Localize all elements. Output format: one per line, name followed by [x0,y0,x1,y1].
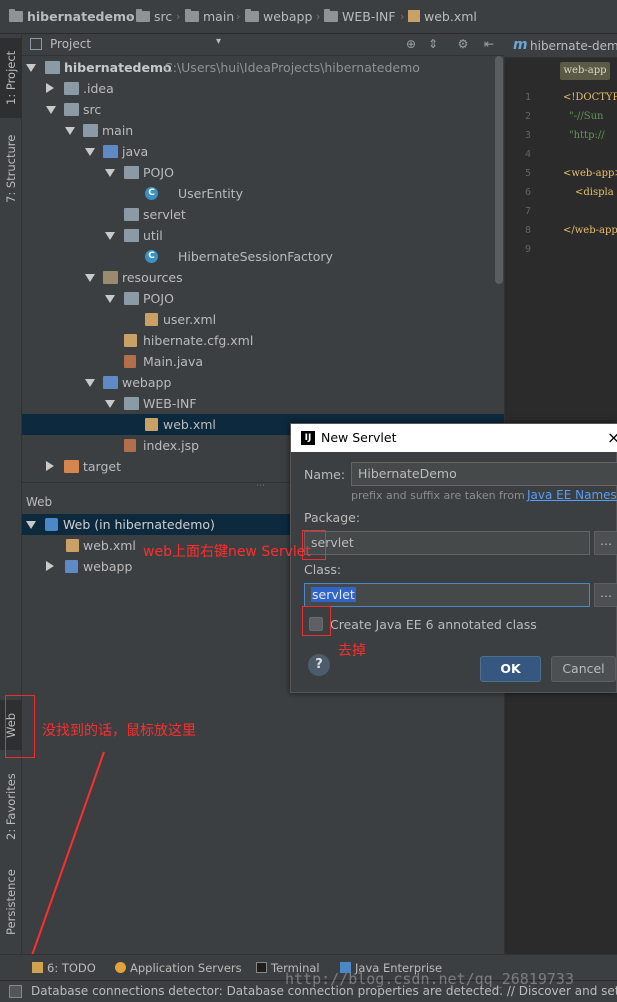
tool-todo[interactable]: 6: TODO [32,961,96,975]
tool-label: Application Servers [130,961,242,975]
watermark: http://blog.csdn.net/qq_26819733 [285,970,574,988]
annotation-arrow [18,751,105,990]
tool-label: 6: TODO [47,961,96,975]
tool-application-servers[interactable]: Application Servers [115,961,242,975]
todo-icon [32,962,43,973]
server-icon [115,962,126,973]
toggle-tool-windows-icon[interactable] [9,985,22,998]
terminal-icon [256,962,267,973]
